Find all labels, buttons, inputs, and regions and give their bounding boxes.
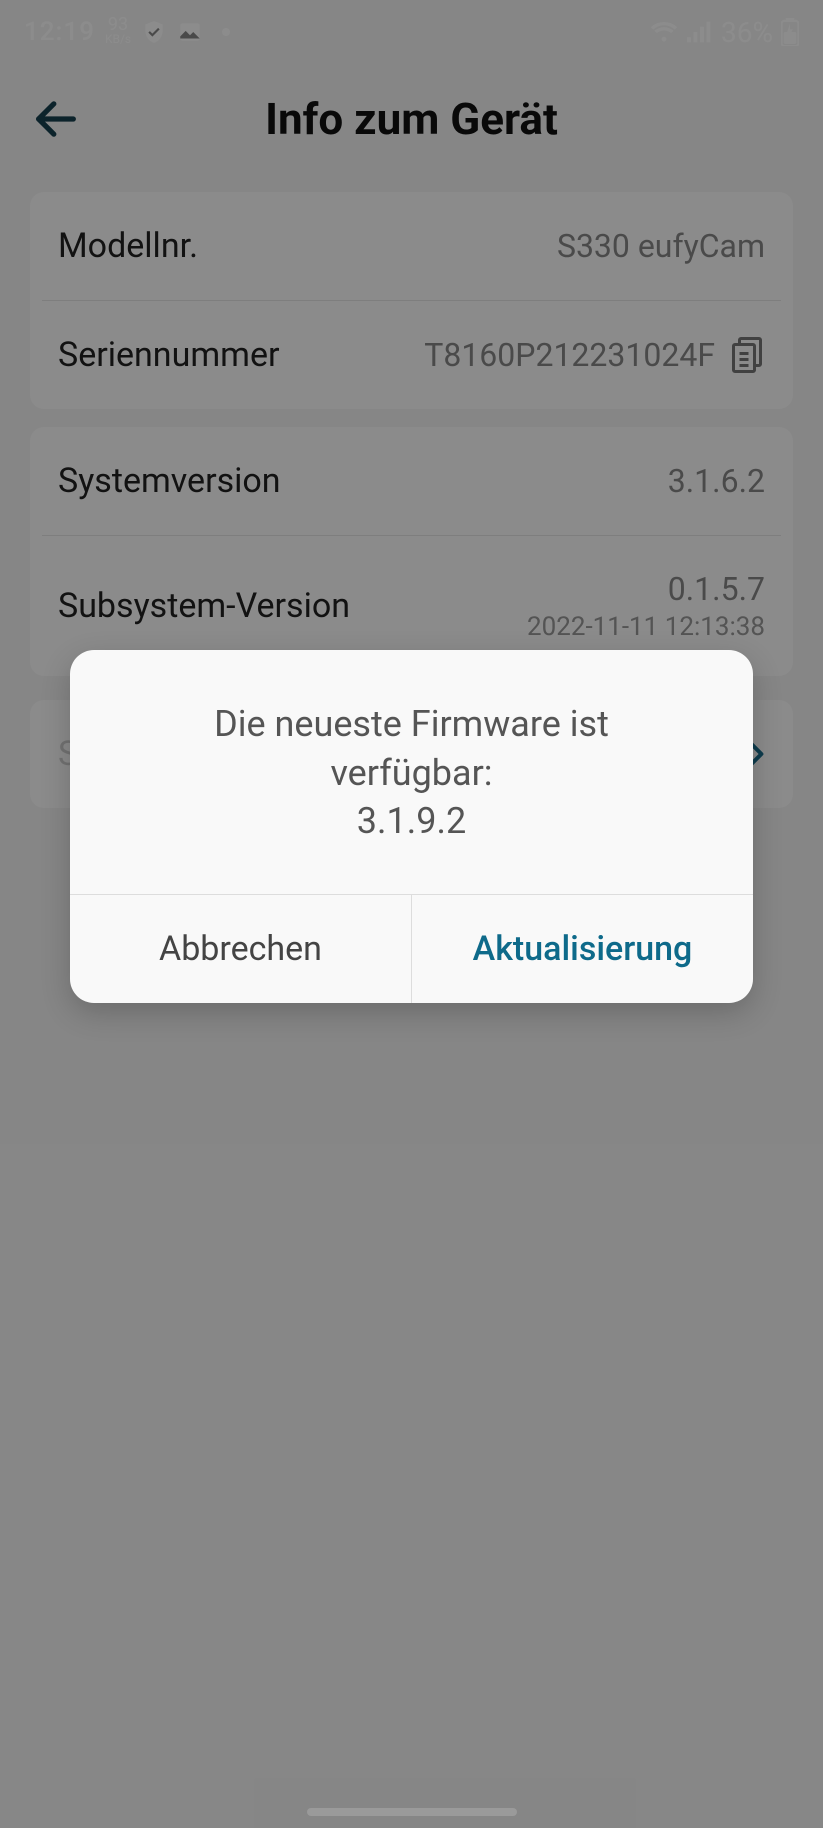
firmware-dialog: Die neueste Firmware ist verfügbar: 3.1.… — [70, 650, 753, 1003]
dialog-message: Die neueste Firmware ist verfügbar: 3.1.… — [70, 650, 753, 894]
cancel-button[interactable]: Abbrechen — [70, 895, 411, 1003]
update-button[interactable]: Aktualisierung — [411, 895, 753, 1003]
home-indicator[interactable] — [307, 1808, 517, 1816]
